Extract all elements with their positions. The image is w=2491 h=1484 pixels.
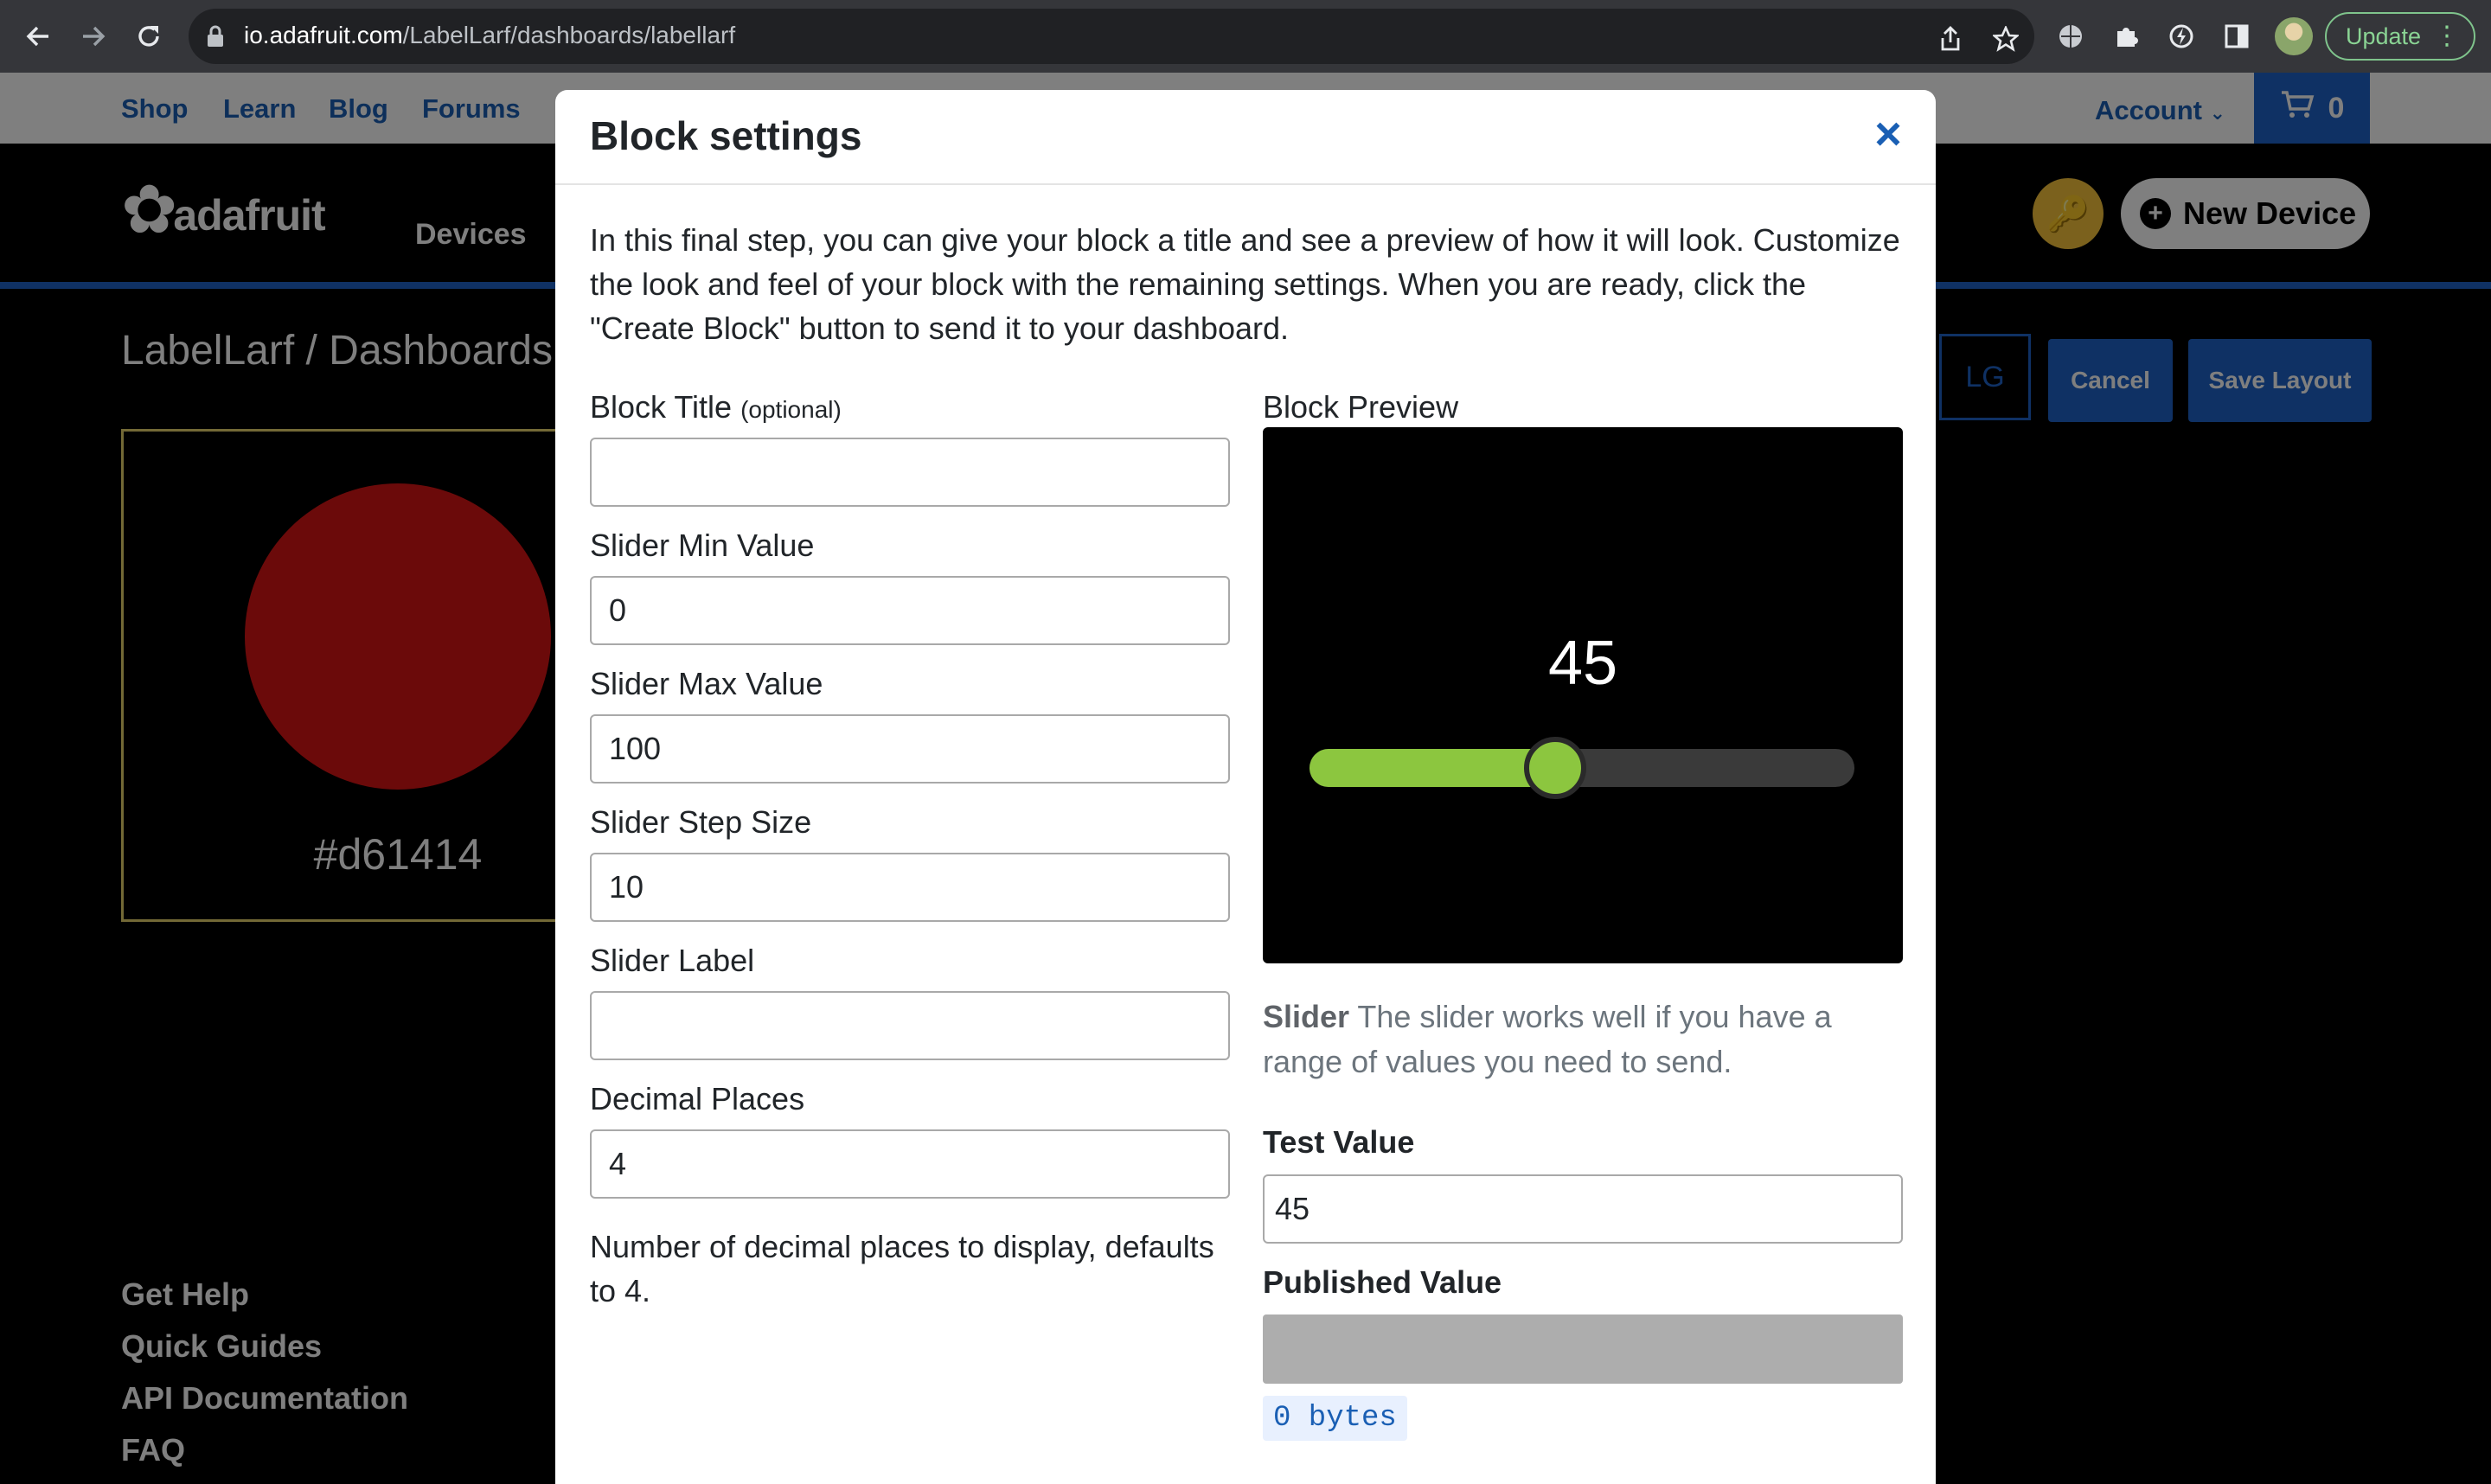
block-preview-label: Block Preview — [1263, 389, 1459, 425]
url-text: io.adafruit.com/LabelLarf/dashboards/lab… — [244, 22, 736, 48]
test-value-label: Test Value — [1263, 1124, 1415, 1160]
modal-header: Block settings × — [555, 90, 1936, 185]
modal-title: Block settings — [590, 113, 862, 158]
slider-min-label: Slider Min Value — [590, 528, 815, 563]
lock-icon — [206, 24, 225, 53]
slider-step-label: Slider Step Size — [590, 804, 812, 840]
update-label: Update — [2346, 22, 2422, 49]
bookmark-star-icon[interactable] — [1991, 24, 2020, 56]
published-bytes-badge: 0 bytes — [1263, 1396, 1407, 1441]
browser-toolbar: io.adafruit.com/LabelLarf/dashboards/lab… — [0, 0, 2491, 73]
block-title-label: Block Title (optional) — [590, 389, 842, 425]
more-menu-icon[interactable]: ⋮ — [2434, 21, 2460, 52]
decimal-places-label: Decimal Places — [590, 1081, 805, 1116]
decimal-places-input[interactable] — [590, 1129, 1230, 1199]
published-value-label: Published Value — [1263, 1264, 1502, 1300]
preview-slider-fill — [1310, 749, 1555, 787]
slider-min-input[interactable] — [590, 576, 1230, 645]
extensions-puzzle-icon[interactable] — [2109, 19, 2143, 54]
slider-label-input[interactable] — [590, 991, 1230, 1060]
slider-max-label: Slider Max Value — [590, 666, 823, 701]
slider-step-input[interactable] — [590, 853, 1230, 922]
preview-value: 45 — [1547, 629, 1618, 698]
forward-icon[interactable] — [73, 16, 114, 57]
test-value-input[interactable] — [1263, 1174, 1903, 1244]
back-icon[interactable] — [17, 16, 59, 57]
share-icon[interactable] — [1939, 26, 1962, 56]
reload-icon[interactable] — [128, 16, 170, 57]
extension-globe-icon[interactable] — [2053, 19, 2088, 54]
published-value-box — [1263, 1314, 1903, 1384]
modal-intro-text: In this final step, you can give your bl… — [590, 222, 1900, 346]
preview-slider-track[interactable] — [1310, 737, 1854, 799]
close-icon[interactable]: × — [1867, 111, 1910, 157]
decimal-places-help: Number of decimal places to display, def… — [590, 1229, 1214, 1308]
block-preview: 45 — [1263, 427, 1903, 963]
block-title-input[interactable] — [590, 438, 1230, 507]
update-button[interactable]: Update ⋮ — [2325, 12, 2475, 61]
address-bar[interactable]: io.adafruit.com/LabelLarf/dashboards/lab… — [189, 9, 2034, 64]
slider-label-label: Slider Label — [590, 943, 755, 978]
block-description: Slider The slider works well if you have… — [1263, 999, 1832, 1079]
block-settings-modal: Block settings × In this final step, you… — [555, 90, 1936, 1484]
preview-slider-thumb[interactable] — [1524, 737, 1586, 799]
side-panel-icon[interactable] — [2219, 19, 2254, 54]
slider-max-input[interactable] — [590, 714, 1230, 784]
extension-bolt-icon[interactable] — [2164, 19, 2199, 54]
profile-avatar[interactable] — [2275, 17, 2313, 55]
